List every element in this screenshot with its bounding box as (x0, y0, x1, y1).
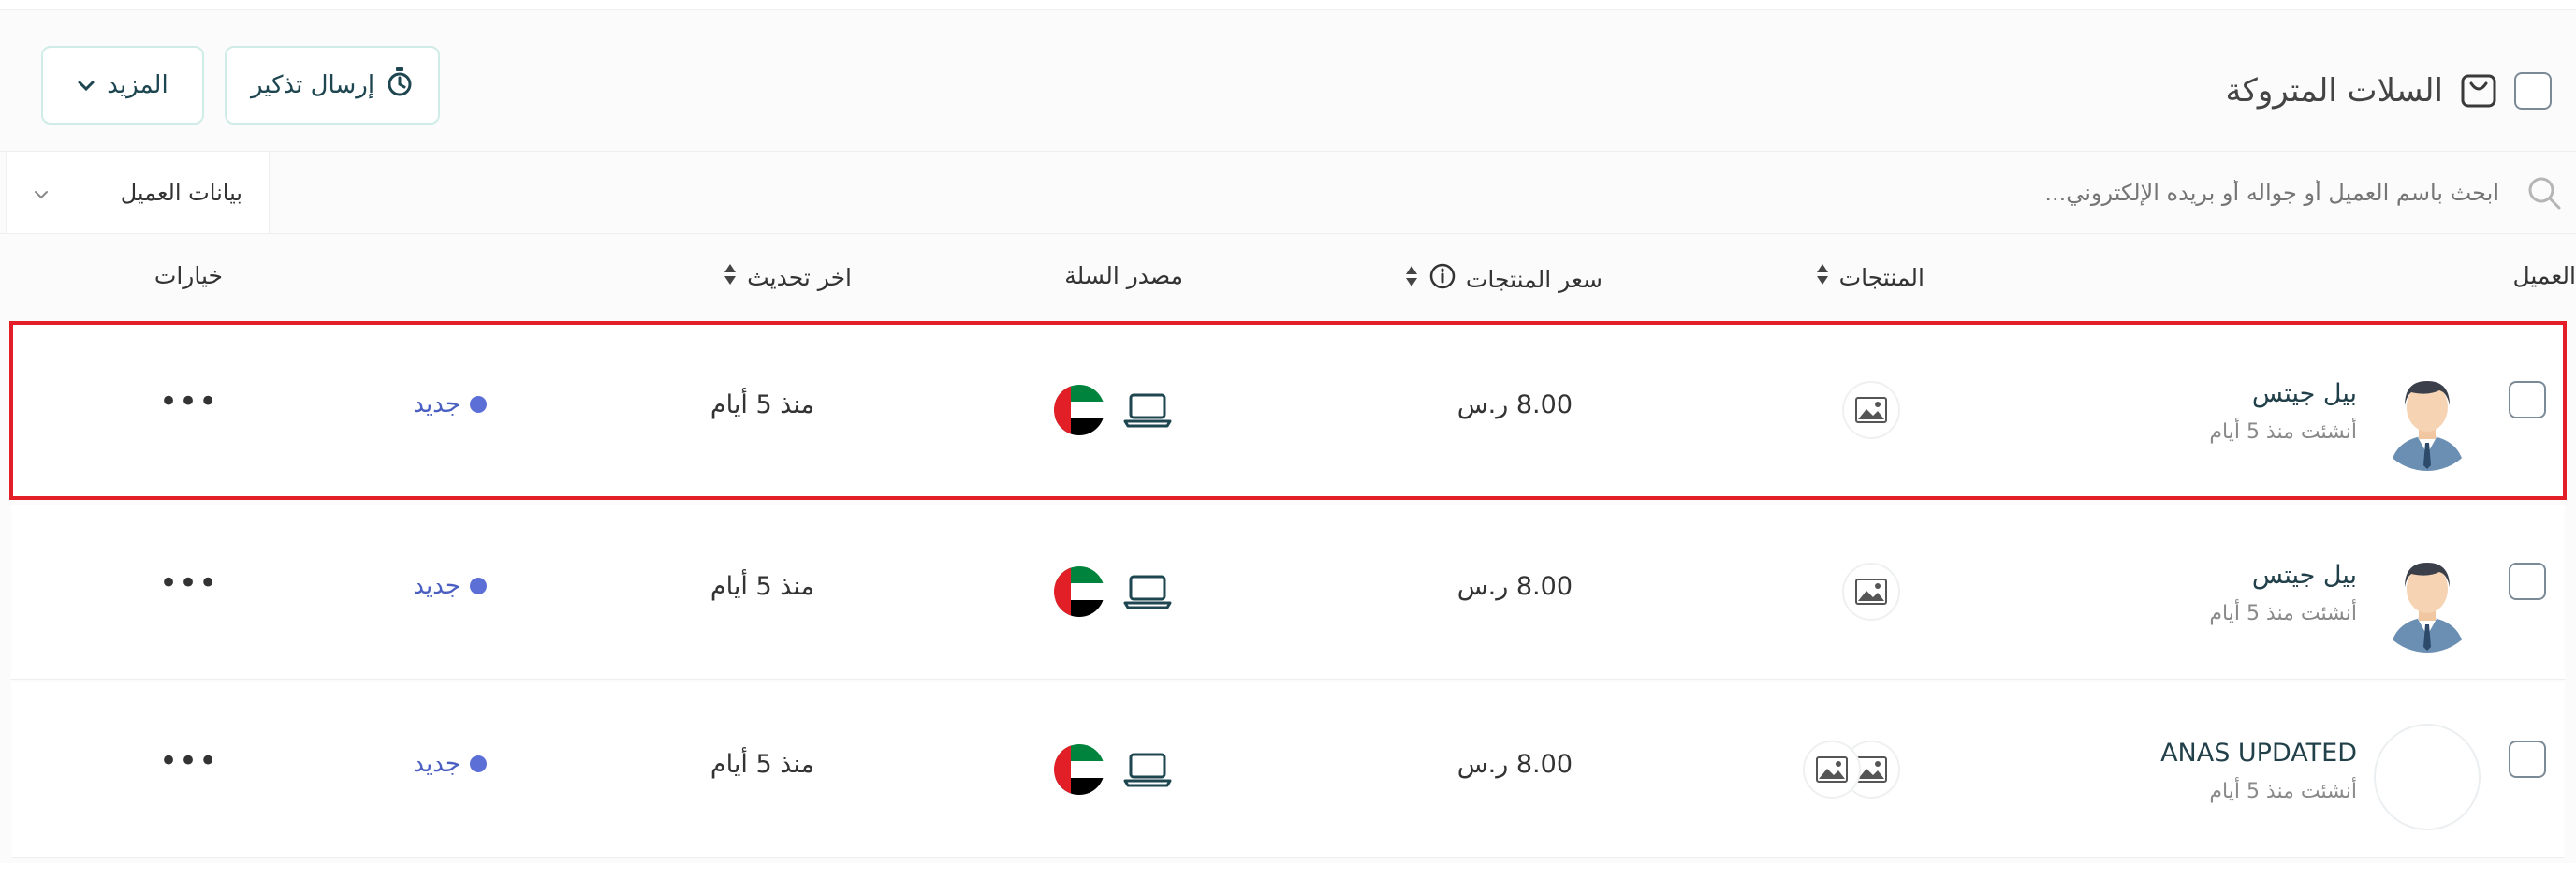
status-dot (470, 578, 487, 594)
status-label: جديد (413, 750, 461, 778)
column-source: مصدر السلة (1064, 262, 1183, 289)
cart-price: 8.00 ر.س (1456, 390, 1573, 419)
row-checkbox[interactable] (2509, 381, 2546, 418)
table-row[interactable]: بيل جيتس أنشئت منذ 5 أيام 8.00 ر.س منذ 5… (9, 321, 2567, 500)
uae-flag-icon (1054, 385, 1105, 439)
column-price[interactable]: سعر المنتجات (1404, 262, 1603, 296)
info-icon[interactable] (1428, 262, 1456, 296)
customer-name[interactable]: بيل جيتس (2252, 561, 2357, 590)
select-all-checkbox[interactable] (2514, 72, 2552, 110)
chevron-down-icon (77, 71, 95, 99)
uae-flag-icon (1054, 744, 1105, 799)
more-options-icon[interactable]: ••• (159, 383, 218, 420)
search-filter-select[interactable]: بيانات العميل (6, 152, 270, 234)
column-products-label: المنتجات (1838, 263, 1925, 291)
status-dot (470, 755, 487, 772)
blank-avatar (2374, 724, 2481, 830)
last-update: منذ 5 أيام (710, 750, 814, 779)
status-label: جديد (413, 572, 461, 600)
last-update: منذ 5 أيام (710, 572, 814, 601)
laptop-icon (1123, 574, 1172, 613)
last-update: منذ 5 أيام (710, 390, 814, 419)
more-options-icon[interactable]: ••• (159, 565, 218, 602)
customer-created: أنشئت منذ 5 أيام (2209, 602, 2357, 625)
laptop-icon (1123, 752, 1172, 791)
filter-selected-value: بيانات العميل (120, 180, 242, 206)
status-label: جديد (413, 390, 461, 418)
image-icon (1842, 381, 1900, 439)
abandoned-carts-panel: السلات المتروكة إرسال تذكير المزيد ابحث … (0, 9, 2576, 864)
table-row[interactable]: بيل جيتس أنشئت منذ 5 أيام 8.00 ر.س منذ 5… (11, 505, 2565, 680)
column-customer: العميل (2512, 262, 2576, 289)
column-options-label: خيارات (154, 262, 223, 289)
more-dropdown-button[interactable]: المزيد (41, 46, 204, 125)
column-products[interactable]: المنتجات (1815, 262, 1925, 292)
column-source-label: مصدر السلة (1064, 262, 1183, 289)
page-title: السلات المتروكة (2225, 72, 2443, 110)
customer-name[interactable]: بيل جيتس (2252, 379, 2357, 408)
person-avatar (2374, 364, 2481, 471)
customer-created: أنشئت منذ 5 أيام (2209, 420, 2357, 444)
status-badge: جديد (413, 750, 487, 778)
cart-price: 8.00 ر.س (1456, 572, 1573, 601)
image-icon (1842, 563, 1900, 621)
chevron-down-icon (33, 180, 50, 206)
search-bar: بيانات العميل (0, 151, 2576, 234)
more-options-icon[interactable]: ••• (159, 742, 218, 780)
page-header: السلات المتروكة إرسال تذكير المزيد (0, 10, 2576, 151)
cart-price: 8.00 ر.س (1456, 750, 1573, 779)
send-reminder-button[interactable]: إرسال تذكير (225, 46, 440, 125)
more-label: المزيد (107, 71, 168, 99)
status-badge: جديد (413, 390, 487, 418)
shopping-bag-icon (2460, 72, 2497, 110)
search-input[interactable] (812, 163, 2501, 223)
customer-created: أنشئت منذ 5 أيام (2209, 780, 2357, 803)
laptop-icon (1123, 392, 1172, 432)
customer-name[interactable]: ANAS UPDATED (2160, 739, 2357, 768)
sort-icon[interactable] (723, 262, 738, 292)
send-reminder-label: إرسال تذكير (250, 71, 375, 99)
row-checkbox[interactable] (2509, 563, 2546, 600)
column-customer-label: العميل (2512, 262, 2576, 289)
status-badge: جديد (413, 572, 487, 600)
title-group: السلات المتروكة (2225, 61, 2552, 121)
column-last-update[interactable]: اخر تحديث (723, 262, 852, 292)
table-header: العميل المنتجات سعر المنتجات مصدر السلة … (0, 233, 2576, 324)
stopwatch-icon (386, 66, 414, 105)
column-options: خيارات (154, 262, 223, 289)
column-last-update-label: اخر تحديث (747, 263, 852, 291)
uae-flag-icon (1054, 566, 1105, 621)
image-icon (1803, 741, 1861, 799)
row-checkbox[interactable] (2509, 741, 2546, 778)
status-dot (470, 396, 487, 413)
page-bottom-spacer (0, 863, 2576, 880)
person-avatar (2374, 546, 2481, 653)
column-price-label: سعر المنتجات (1465, 265, 1603, 293)
search-icon (2525, 174, 2563, 215)
sort-icon[interactable] (1815, 262, 1830, 292)
table-row[interactable]: ANAS UPDATED أنشئت منذ 5 أيام 8.00 ر.س م… (11, 682, 2565, 858)
sort-icon[interactable] (1404, 264, 1419, 294)
